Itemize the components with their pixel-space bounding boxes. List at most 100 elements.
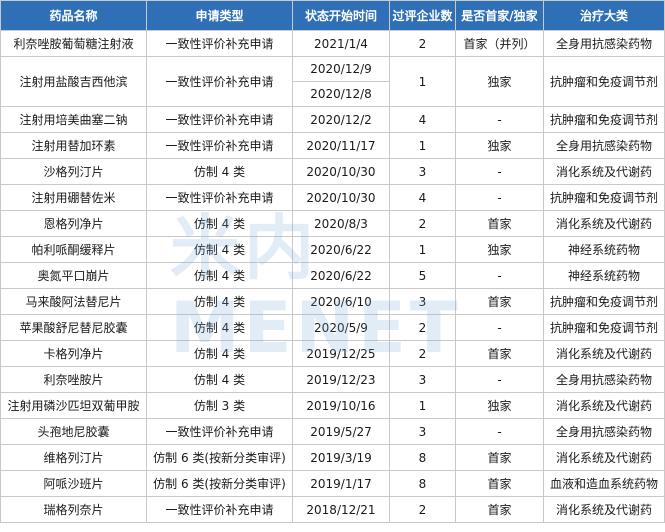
cell-status-date: 2020/6/22 (292, 262, 390, 289)
cell-first-or-exclusive: 独家 (455, 132, 544, 159)
cell-approved-count: 3 (389, 418, 456, 445)
table-row: 注射用盐酸吉西他滨 一致性评价补充申请 2020/12/9 1 独家 抗肿瘤和免疫调节剂 (0, 56, 665, 107)
table-row: 阿哌沙班片 仿制 6 类(按新分类审评) 2019/1/17 8 首家 血液和造血系统药物 (0, 470, 665, 497)
cell-first-or-exclusive: - (455, 106, 544, 133)
cell-therapeutic-category: 抗肿瘤和免疫调节剂 (543, 288, 665, 315)
header-first-or-exclusive: 是否首家/独家 (455, 0, 544, 31)
cell-application-type: 仿制 6 类(按新分类审评) (146, 444, 293, 471)
table-row: 沙格列汀片 仿制 4 类 2020/10/30 3- 消化系统及代谢药 (0, 158, 665, 185)
cell-drug-name: 苹果酸舒尼替尼胶囊 (0, 314, 147, 341)
cell-approved-count: 8 (389, 444, 456, 471)
cell-drug-name: 利奈唑胺片 (0, 366, 147, 393)
header-application-type: 申请类型 (146, 0, 293, 31)
cell-first-or-exclusive: - (455, 314, 544, 341)
cell-therapeutic-category: 抗肿瘤和免疫调节剂 (543, 106, 665, 133)
cell-drug-name: 瑞格列奈片 (0, 496, 147, 523)
cell-application-type: 仿制 4 类 (146, 314, 293, 341)
cell-therapeutic-category: 血液和造血系统药物 (543, 470, 665, 497)
cell-therapeutic-category: 消化系统及代谢药 (543, 444, 665, 471)
cell-approved-count: 2 (389, 30, 456, 57)
cell-drug-name: 帕利哌酮缓释片 (0, 236, 147, 263)
cell-application-type: 仿制 3 类 (146, 392, 293, 419)
cell-drug-name: 利奈唑胺葡萄糖注射液 (0, 30, 147, 57)
cell-status-date: 2020/10/30 (292, 158, 390, 185)
header-drug-name: 药品名称 (0, 0, 147, 31)
cell-status-date: 2020/6/22 (292, 236, 390, 263)
cell-application-type: 仿制 4 类 (146, 236, 293, 263)
cell-therapeutic-category: 神经系统药物 (543, 236, 665, 263)
cell-approved-count: 1 (389, 56, 456, 107)
cell-therapeutic-category: 消化系统及代谢药 (543, 392, 665, 419)
cell-application-type: 一致性评价补充申请 (146, 496, 293, 523)
cell-approved-count: 3 (389, 158, 456, 185)
cell-approved-count: 1 (389, 132, 456, 159)
cell-first-or-exclusive: - (455, 366, 544, 393)
cell-drug-name: 马来酸阿法替尼片 (0, 288, 147, 315)
cell-drug-name: 维格列汀片 (0, 444, 147, 471)
table-row: 苹果酸舒尼替尼胶囊 仿制 4 类 2020/5/9 2- 抗肿瘤和免疫调节剂 (0, 314, 665, 341)
table-row: 帕利哌酮缓释片 仿制 4 类 2020/6/22 1 独家 神经系统药物 (0, 236, 665, 263)
table-row: 注射用培美曲塞二钠 一致性评价补充申请 2020/12/2 4- 抗肿瘤和免疫调节剂 (0, 106, 665, 133)
table-row: 马来酸阿法替尼片 仿制 4 类 2020/6/10 3 首家 抗肿瘤和免疫调节剂 (0, 288, 665, 315)
cell-drug-name: 沙格列汀片 (0, 158, 147, 185)
header-approved-count: 过评企业数 (389, 0, 456, 31)
table-row: 头孢地尼胶囊 一致性评价补充申请 2019/5/27 3- 全身用抗感染药物 (0, 418, 665, 445)
cell-first-or-exclusive: 首家 (455, 470, 544, 497)
header-therapeutic-category: 治疗大类 (543, 0, 665, 31)
cell-application-type: 一致性评价补充申请 (146, 56, 293, 107)
cell-status-date: 2019/12/23 (292, 366, 390, 393)
cell-status-date: 2020/6/10 (292, 288, 390, 315)
cell-status-date: 2019/1/17 (292, 470, 390, 497)
cell-drug-name: 注射用替加环素 (0, 132, 147, 159)
table-row: 注射用磷沙匹坦双葡甲胺 仿制 3 类 2019/10/16 1 独家 消化系统及代谢药 (0, 392, 665, 419)
table-header-row: 药品名称 申请类型 状态开始时间 过评企业数 是否首家/独家 治疗大类 (0, 0, 665, 31)
cell-first-or-exclusive: 首家 (455, 444, 544, 471)
cell-status-date: 2020/5/9 (292, 314, 390, 341)
table-body: 利奈唑胺葡萄糖注射液 一致性评价补充申请 2021/1/4 2 首家（并列） 全身用抗感染… (0, 30, 665, 523)
cell-therapeutic-category: 消化系统及代谢药 (543, 340, 665, 367)
table-row: 瑞格列奈片 一致性评价补充申请 2018/12/21 2 首家 消化系统及代谢药 (0, 496, 665, 523)
cell-therapeutic-category: 消化系统及代谢药 (543, 210, 665, 237)
cell-first-or-exclusive: 首家 (455, 210, 544, 237)
table-row: 利奈唑胺葡萄糖注射液 一致性评价补充申请 2021/1/4 2 首家（并列） 全身用抗感染… (0, 30, 665, 57)
cell-first-or-exclusive: - (455, 158, 544, 185)
cell-therapeutic-category: 全身用抗感染药物 (543, 30, 665, 57)
cell-first-or-exclusive: 首家 (455, 496, 544, 523)
cell-approved-count: 8 (389, 470, 456, 497)
cell-therapeutic-category: 全身用抗感染药物 (543, 366, 665, 393)
cell-status-date: 2019/10/16 (292, 392, 390, 419)
cell-status-date: 2019/3/19 (292, 444, 390, 471)
cell-application-type: 仿制 4 类 (146, 262, 293, 289)
header-status-start-date: 状态开始时间 (292, 0, 390, 31)
table-row: 恩格列净片 仿制 4 类 2020/8/3 2 首家 消化系统及代谢药 (0, 210, 665, 237)
cell-approved-count: 3 (389, 366, 456, 393)
table-row: 注射用替加环素 一致性评价补充申请 2020/11/17 1 独家 全身用抗感染药物 (0, 132, 665, 159)
cell-first-or-exclusive: 独家 (455, 236, 544, 263)
cell-drug-name: 头孢地尼胶囊 (0, 418, 147, 445)
cell-approved-count: 4 (389, 184, 456, 211)
cell-status-date: 2020/12/2 (292, 106, 390, 133)
cell-therapeutic-category: 消化系统及代谢药 (543, 158, 665, 185)
table-row: 奥氮平口崩片 仿制 4 类 2020/6/22 5- 神经系统药物 (0, 262, 665, 289)
cell-approved-count: 1 (389, 392, 456, 419)
cell-first-or-exclusive: 首家 (455, 340, 544, 367)
cell-status-date: 2021/1/4 (292, 30, 390, 57)
cell-approved-count: 2 (389, 314, 456, 341)
cell-drug-name: 注射用硼替佐米 (0, 184, 147, 211)
cell-approved-count: 5 (389, 262, 456, 289)
cell-approved-count: 2 (389, 496, 456, 523)
cell-application-type: 仿制 4 类 (146, 288, 293, 315)
cell-application-type: 仿制 4 类 (146, 340, 293, 367)
table-row: 卡格列净片 仿制 4 类 2019/12/25 2 首家 消化系统及代谢药 (0, 340, 665, 367)
cell-approved-count: 3 (389, 288, 456, 315)
cell-status-date: 2020/12/9 (292, 56, 390, 82)
cell-application-type: 一致性评价补充申请 (146, 132, 293, 159)
cell-drug-name: 恩格列净片 (0, 210, 147, 237)
cell-application-type: 一致性评价补充申请 (146, 30, 293, 57)
cell-status-date: 2020/8/3 (292, 210, 390, 237)
cell-first-or-exclusive: 首家 (455, 288, 544, 315)
drug-approval-table: 药品名称 申请类型 状态开始时间 过评企业数 是否首家/独家 治疗大类 利奈唑胺… (0, 0, 665, 523)
cell-drug-name: 注射用磷沙匹坦双葡甲胺 (0, 392, 147, 419)
cell-approved-count: 2 (389, 210, 456, 237)
cell-application-type: 一致性评价补充申请 (146, 106, 293, 133)
